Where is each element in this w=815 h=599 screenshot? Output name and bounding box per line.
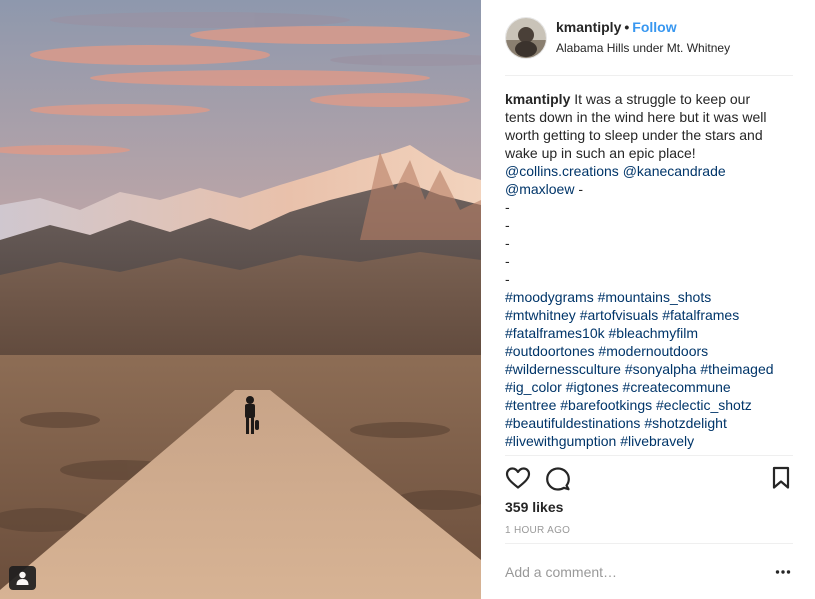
- hashtag-link[interactable]: #artofvisuals: [580, 307, 659, 323]
- caption-dash: -: [505, 235, 510, 251]
- hashtag-link[interactable]: #beautifuldestinations: [505, 415, 640, 431]
- hashtag-link[interactable]: #outdoortones: [505, 343, 595, 359]
- caption-text: tents down in the wind here but it was w…: [505, 109, 767, 125]
- follow-button[interactable]: Follow: [632, 19, 676, 35]
- username-link[interactable]: kmantiply: [556, 19, 621, 35]
- instagram-post: kmantiply • Follow Alabama Hills under Mt.…: [0, 0, 815, 599]
- comment-button[interactable]: [545, 466, 571, 497]
- caption-dash: -: [505, 253, 510, 269]
- hashtag-line: #fatalframes10k #bleachmyfilm: [505, 324, 795, 342]
- hashtag-link[interactable]: #sonyalpha: [625, 361, 697, 377]
- hashtag-link[interactable]: #eclectic_shotz: [656, 397, 752, 413]
- hashtag-line: #livewithgumption #livebravely: [505, 432, 795, 450]
- mention-link[interactable]: @maxloew: [505, 181, 574, 197]
- hashtag-line: #moodygrams #mountains_shots: [505, 288, 795, 306]
- caption-line: kmantiply It was a struggle to keep our: [505, 90, 795, 108]
- more-options-button[interactable]: [775, 564, 791, 580]
- likes-count[interactable]: 359 likes: [505, 499, 563, 515]
- hashtag-link[interactable]: #tentree: [505, 397, 556, 413]
- heart-outline-icon: [505, 467, 531, 489]
- hashtag-line: #outdoortones #modernoutdoors: [505, 342, 795, 360]
- hashtag-link[interactable]: #moodygrams: [505, 289, 594, 305]
- tagged-people-button[interactable]: [9, 566, 36, 590]
- comment-divider: [505, 543, 793, 544]
- hashtag-link[interactable]: #livewithgumption: [505, 433, 616, 449]
- landscape-photo: [0, 0, 481, 599]
- location-link[interactable]: Alabama Hills under Mt. Whitney: [556, 41, 730, 55]
- mention-link[interactable]: @kanecandrade: [623, 163, 726, 179]
- comment-input[interactable]: [505, 561, 755, 583]
- post-caption: kmantiply It was a struggle to keep our …: [505, 90, 795, 450]
- hashtag-link[interactable]: #mountains_shots: [598, 289, 712, 305]
- speech-bubble-icon: [546, 467, 570, 491]
- mention-link[interactable]: @collins.creations: [505, 163, 619, 179]
- post-header: kmantiply • Follow Alabama Hills under Mt.…: [505, 17, 793, 75]
- hashtag-link[interactable]: #livebravely: [620, 433, 694, 449]
- like-button[interactable]: [505, 466, 531, 495]
- hashtag-link[interactable]: #mtwhitney: [505, 307, 576, 323]
- hashtag-link[interactable]: #fatalframes10k: [505, 325, 605, 341]
- post-photo[interactable]: [0, 0, 481, 599]
- post-timestamp[interactable]: 1 HOUR AGO: [505, 525, 570, 536]
- hashtag-link[interactable]: #bleachmyfilm: [609, 325, 698, 341]
- post-side-panel: kmantiply • Follow Alabama Hills under Mt.…: [481, 0, 815, 599]
- avatar-image: [506, 18, 546, 58]
- action-bar: [505, 466, 795, 492]
- save-button[interactable]: [770, 466, 792, 495]
- hashtag-link[interactable]: #ig_color: [505, 379, 562, 395]
- hashtag-line: #mtwhitney #artofvisuals #fatalframes: [505, 306, 795, 324]
- hashtag-line: #wildernessculture #sonyalpha #theimaged: [505, 360, 795, 378]
- bookmark-icon: [772, 466, 790, 489]
- hashtag-link[interactable]: #modernoutdoors: [598, 343, 708, 359]
- caption-dash: -: [505, 217, 510, 233]
- ellipsis-icon: [775, 570, 791, 574]
- hashtag-link[interactable]: #barefootkings: [560, 397, 652, 413]
- hashtag-link[interactable]: #fatalframes: [662, 307, 739, 323]
- hashtag-link[interactable]: #wildernessculture: [505, 361, 621, 377]
- person-tag-icon: [16, 571, 29, 585]
- caption-line: @maxloew -: [505, 180, 795, 198]
- hashtag-link[interactable]: #theimaged: [700, 361, 773, 377]
- caption-divider: [505, 455, 793, 456]
- caption-text: -: [574, 181, 584, 197]
- hashtag-line: #ig_color #igtones #createcommune: [505, 378, 795, 396]
- caption-line: @collins.creations @kanecandrade: [505, 162, 795, 180]
- caption-text: It was a struggle to keep our: [574, 91, 751, 107]
- hashtag-line: #beautifuldestinations #shotzdelight: [505, 414, 795, 432]
- hashtag-link[interactable]: #shotzdelight: [644, 415, 727, 431]
- caption-dash: -: [505, 271, 510, 287]
- separator-dot: •: [624, 19, 630, 35]
- caption-text: wake up in such an epic place!: [505, 145, 696, 161]
- avatar[interactable]: [505, 17, 547, 59]
- header-divider: [505, 75, 793, 76]
- hashtag-link[interactable]: #igtones: [566, 379, 619, 395]
- hashtag-list: #moodygrams #mountains_shots #mtwhitney #…: [505, 288, 795, 450]
- user-line: kmantiply • Follow: [556, 19, 677, 35]
- caption-username-link[interactable]: kmantiply: [505, 91, 570, 107]
- caption-dash: -: [505, 199, 510, 215]
- caption-text: worth getting to sleep under the stars a…: [505, 127, 763, 143]
- hashtag-line: #tentree #barefootkings #eclectic_shotz: [505, 396, 795, 414]
- hashtag-link[interactable]: #createcommune: [623, 379, 731, 395]
